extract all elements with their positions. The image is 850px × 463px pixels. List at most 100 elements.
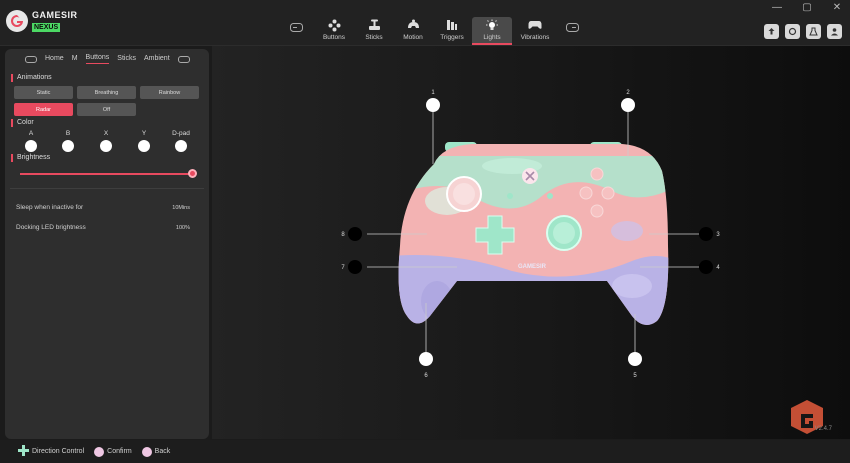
title-bar: — ▢ ✕ GAMESIR NEXUS Buttons Sticks Motio… xyxy=(0,0,850,46)
window-controls: — ▢ ✕ xyxy=(770,2,844,14)
light-zone-4-marker[interactable] xyxy=(699,260,713,274)
menu-button[interactable] xyxy=(547,193,553,199)
anim-rainbow-button[interactable]: Rainbow xyxy=(140,86,199,99)
motion-icon xyxy=(394,17,432,33)
anim-off-button[interactable]: Off xyxy=(77,103,136,116)
nav-left-bumper-icon[interactable] xyxy=(286,17,306,37)
face-button-b[interactable] xyxy=(601,186,615,200)
face-button-x[interactable] xyxy=(579,186,593,200)
brightness-slider-handle[interactable] xyxy=(188,169,197,178)
light-zone-5-marker[interactable] xyxy=(628,352,642,366)
gamesir-logo-icon xyxy=(6,10,28,32)
face-button-y[interactable] xyxy=(590,167,604,181)
animations-title: Animations xyxy=(11,74,52,82)
flask-icon[interactable] xyxy=(806,24,821,39)
color-title: Color xyxy=(11,119,34,127)
color-y-swatch[interactable] xyxy=(138,140,150,152)
subtab-home[interactable]: Home xyxy=(45,55,64,64)
subtab-sticks[interactable]: Sticks xyxy=(117,55,136,64)
subtab-m[interactable]: M xyxy=(72,55,78,64)
anim-breathing-button[interactable]: Breathing xyxy=(77,86,136,99)
subtab-buttons[interactable]: Buttons xyxy=(85,54,110,64)
sleep-value[interactable]: 10Mins xyxy=(172,205,190,211)
color-y[interactable]: Y xyxy=(137,130,151,152)
color-dpad-label: D-pad xyxy=(172,130,190,137)
main-nav: Buttons Sticks Motion Triggers Lights Vi… xyxy=(286,17,582,45)
face-button-a[interactable] xyxy=(590,204,604,218)
light-zone-6-label: 6 xyxy=(424,373,428,379)
controller-view: GAMESIR 1 2 3 4 5 6 7 8 V2.4.7 xyxy=(212,46,850,439)
light-zone-7-label: 7 xyxy=(341,265,345,271)
close-button[interactable]: ✕ xyxy=(830,2,844,14)
light-zone-1-marker[interactable] xyxy=(426,98,440,112)
light-zone-3-marker[interactable] xyxy=(699,227,713,241)
tab-vibrations[interactable]: Vibrations xyxy=(512,17,558,44)
gamepad-icon xyxy=(512,17,558,33)
sleep-label: Sleep when inactive for xyxy=(16,204,84,211)
settings-panel: Home M Buttons Sticks Ambient Animations… xyxy=(5,49,209,439)
hint-confirm-label: Confirm xyxy=(107,448,132,455)
light-zone-6-marker[interactable] xyxy=(419,352,433,366)
app-logo: GAMESIR NEXUS xyxy=(6,10,78,32)
triggers-icon xyxy=(432,17,472,33)
app-version: V2.4.7 xyxy=(814,426,832,432)
light-zone-3-label: 3 xyxy=(716,232,720,238)
refresh-icon[interactable] xyxy=(785,24,800,39)
back-button-icon xyxy=(141,446,152,457)
subtab-left-bumper-icon[interactable] xyxy=(25,55,37,63)
docking-led-label: Docking LED brightness xyxy=(16,224,86,231)
dpad-icon xyxy=(18,445,29,458)
color-b-swatch[interactable] xyxy=(62,140,74,152)
maximize-button[interactable]: ▢ xyxy=(800,2,814,14)
color-a[interactable]: A xyxy=(24,130,38,152)
sub-tabs: Home M Buttons Sticks Ambient xyxy=(25,54,190,64)
tab-sticks[interactable]: Sticks xyxy=(354,17,394,44)
docking-led-value[interactable]: 100% xyxy=(176,225,190,231)
light-zone-5-label: 5 xyxy=(633,373,637,379)
controller-brand-text: GAMESIR xyxy=(518,264,547,270)
sticks-icon xyxy=(354,17,394,33)
tab-motion-label: Motion xyxy=(403,34,423,41)
light-zone-8-marker[interactable] xyxy=(348,227,362,241)
confirm-button-icon xyxy=(94,446,105,457)
subtab-right-bumper-icon[interactable] xyxy=(177,55,190,63)
brightness-slider-track[interactable] xyxy=(20,173,195,175)
hint-direction: Direction Control xyxy=(18,445,84,458)
anim-static-button[interactable]: Static xyxy=(14,86,73,99)
tab-sticks-label: Sticks xyxy=(365,34,383,41)
color-x-swatch[interactable] xyxy=(100,140,112,152)
light-zone-8-label: 8 xyxy=(341,232,345,238)
hint-direction-label: Direction Control xyxy=(32,448,85,455)
tab-lights[interactable]: Lights xyxy=(472,17,512,45)
hint-confirm: Confirm xyxy=(94,446,132,457)
toolbar-right xyxy=(764,24,842,39)
tab-triggers[interactable]: Triggers xyxy=(432,17,472,44)
minimize-button[interactable]: — xyxy=(770,2,784,14)
hint-back: Back xyxy=(141,446,170,457)
hint-bar: Direction Control Confirm Back xyxy=(0,440,850,463)
nav-right-bumper-icon[interactable] xyxy=(562,17,582,37)
color-x-label: X xyxy=(103,130,109,137)
light-zone-1-label: 1 xyxy=(431,90,435,96)
controller-diagram: GAMESIR 1 2 3 4 5 6 7 8 xyxy=(341,90,823,434)
color-b[interactable]: B xyxy=(61,130,75,152)
upload-icon[interactable] xyxy=(764,24,779,39)
color-x[interactable]: X xyxy=(99,130,113,152)
color-dpad-swatch[interactable] xyxy=(175,140,187,152)
color-dpad[interactable]: D-pad xyxy=(168,130,194,152)
tab-triggers-label: Triggers xyxy=(440,34,464,41)
color-b-label: B xyxy=(65,130,71,137)
product-name: NEXUS xyxy=(32,22,61,32)
user-icon[interactable] xyxy=(827,24,842,39)
color-a-swatch[interactable] xyxy=(25,140,37,152)
light-zone-2-label: 2 xyxy=(626,90,630,96)
subtab-ambient[interactable]: Ambient xyxy=(144,55,170,64)
light-zone-7-marker[interactable] xyxy=(348,260,362,274)
color-y-label: Y xyxy=(141,130,147,137)
tab-motion[interactable]: Motion xyxy=(394,17,432,44)
tab-buttons[interactable]: Buttons xyxy=(314,17,354,44)
dpad-icon xyxy=(314,17,354,33)
view-button[interactable] xyxy=(507,193,513,199)
anim-radar-button[interactable]: Radar xyxy=(14,103,73,116)
light-zone-2-marker[interactable] xyxy=(621,98,635,112)
